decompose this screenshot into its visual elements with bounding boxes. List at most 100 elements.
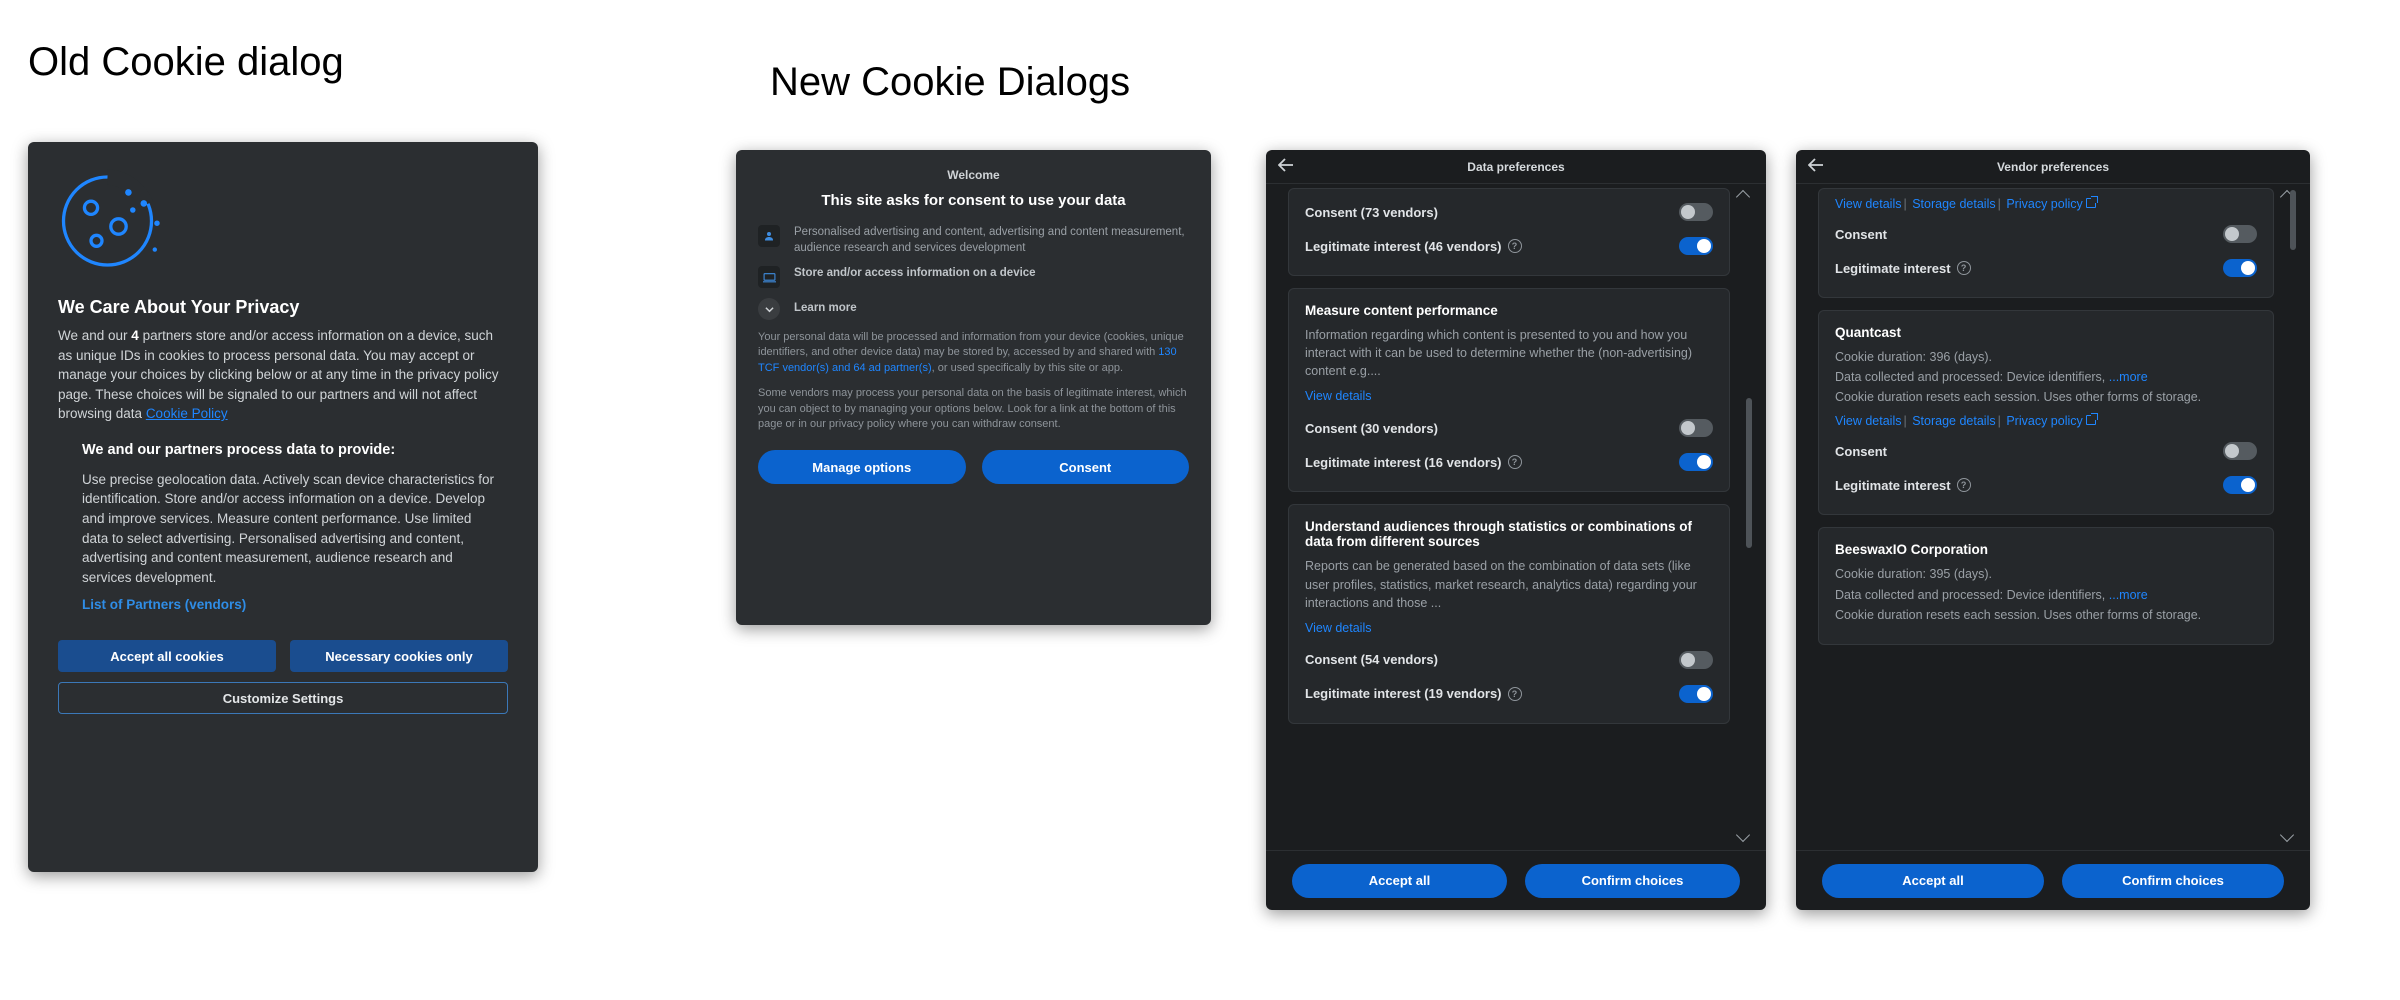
purpose-text: Personalised advertising and content, ad… [794,225,1189,256]
scrollbar-thumb[interactable] [2290,190,2296,250]
info-icon[interactable]: ? [1957,478,1971,492]
purpose-desc: Reports can be generated based on the co… [1305,557,1713,611]
necessary-only-button[interactable]: Necessary cookies only [290,640,508,672]
li-toggle-row: Legitimate interest (16 vendors)? [1305,445,1713,479]
li-toggle[interactable] [1679,237,1713,255]
person-icon [758,225,780,247]
li-label: Legitimate interest? [1835,478,1971,493]
li-toggle[interactable] [1679,685,1713,703]
data-prefs-title: Data preferences [1467,160,1564,174]
learn-more-row[interactable]: Learn more [758,298,1189,320]
li-label: Legitimate interest (46 vendors)? [1305,239,1522,254]
purpose-desc: Information regarding which content is p… [1305,326,1713,380]
external-link-icon [2086,198,2096,208]
vendor-title: Vendor preferences [1997,160,2109,174]
consent-toggle[interactable] [1679,203,1713,221]
view-details-link[interactable]: View details [1305,621,1371,635]
welcome-eyebrow: Welcome [758,168,1189,182]
cookie-policy-link[interactable]: Cookie Policy [146,406,228,421]
old-purposes-text: Use precise geolocation data. Actively s… [82,470,498,587]
li-label: Legitimate interest (19 vendors)? [1305,686,1522,701]
vendor-collected: Data collected and processed: Device ide… [1835,368,2257,386]
vendor-scroll[interactable]: View details| Storage details| Privacy p… [1806,188,2296,844]
li-toggle[interactable] [2223,259,2257,277]
vendor-preferences-dialog: Vendor preferences View details| Storage… [1796,150,2310,910]
vendor-reset-note: Cookie duration resets each session. Use… [1835,606,2257,624]
confirm-choices-button[interactable]: Confirm choices [1525,864,1740,898]
welcome-dialog: Welcome This site asks for consent to us… [736,150,1211,625]
data-prefs-scroll[interactable]: Consent (73 vendors) Legitimate interest… [1276,188,1752,844]
old-subheading: We and our partners process data to prov… [82,442,498,458]
consent-toggle-row: Consent (30 vendors) [1305,411,1713,445]
partners-list-link[interactable]: List of Partners (vendors) [82,597,246,612]
view-details-link[interactable]: View details [1835,414,1901,428]
consent-toggle-row: Consent [1835,434,2257,468]
device-icon [758,266,780,288]
view-details-link[interactable]: View details [1305,389,1371,403]
consent-label: Consent [1835,444,1887,459]
vendor-card-quantcast: Quantcast Cookie duration: 396 (days). D… [1818,310,2274,515]
vendor-card-partial: View details| Storage details| Privacy p… [1818,188,2274,298]
vendor-collected: Data collected and processed: Device ide… [1835,586,2257,604]
consent-toggle-row: Consent [1835,217,2257,251]
learn-more-label: Learn more [794,301,857,317]
consent-toggle[interactable] [1679,419,1713,437]
consent-toggle[interactable] [2223,225,2257,243]
view-details-link[interactable]: View details [1835,197,1901,211]
vendor-links-row: View details| Storage details| Privacy p… [1835,414,2257,428]
consent-button[interactable]: Consent [982,450,1190,484]
li-toggle[interactable] [1679,453,1713,471]
accept-all-button[interactable]: Accept all cookies [58,640,276,672]
confirm-choices-button[interactable]: Confirm choices [2062,864,2284,898]
welcome-para1: Your personal data will be processed and… [758,330,1189,376]
li-label: Legitimate interest (16 vendors)? [1305,455,1522,470]
li-toggle-row: Legitimate interest? [1835,468,2257,502]
li-toggle-row: Legitimate interest? [1835,251,2257,285]
more-link[interactable]: ...more [2109,588,2148,602]
vendor-links-row: View details| Storage details| Privacy p… [1835,197,2257,211]
old-body: We and our 4 partners store and/or acces… [58,326,508,424]
info-icon[interactable]: ? [1508,687,1522,701]
scrollbar-thumb[interactable] [1746,398,1752,548]
accept-all-button[interactable]: Accept all [1822,864,2044,898]
welcome-title: This site asks for consent to use your d… [758,192,1189,209]
purpose-row-advertising: Personalised advertising and content, ad… [758,225,1189,256]
vendor-duration: Cookie duration: 395 (days). [1835,565,2257,583]
info-icon[interactable]: ? [1957,261,1971,275]
storage-details-link[interactable]: Storage details [1912,197,1995,211]
purpose-row-storage: Store and/or access information on a dev… [758,266,1189,288]
li-toggle-row: Legitimate interest (46 vendors)? [1305,229,1713,263]
purpose-card-understand: Understand audiences through statistics … [1288,504,1730,723]
info-icon[interactable]: ? [1508,239,1522,253]
customize-settings-button[interactable]: Customize Settings [58,682,508,714]
consent-label: Consent [1835,227,1887,242]
vendor-name: BeeswaxIO Corporation [1835,542,2257,557]
privacy-policy-link[interactable]: Privacy policy [2006,414,2095,428]
accept-all-button[interactable]: Accept all [1292,864,1507,898]
consent-toggle-row: Consent (73 vendors) [1305,195,1713,229]
vendor-topbar: Vendor preferences [1796,150,2310,184]
vendor-duration: Cookie duration: 396 (days). [1835,348,2257,366]
li-toggle[interactable] [2223,476,2257,494]
purpose-card-measure: Measure content performance Information … [1288,288,1730,492]
welcome-para2: Some vendors may process your personal d… [758,386,1189,432]
storage-details-link[interactable]: Storage details [1912,414,1995,428]
vendor-card-beeswax: BeeswaxIO Corporation Cookie duration: 3… [1818,527,2274,644]
purpose-title: Measure content performance [1305,303,1713,318]
back-arrow-icon[interactable] [1808,158,1824,176]
back-arrow-icon[interactable] [1278,158,1294,176]
privacy-policy-link[interactable]: Privacy policy [2006,197,2095,211]
vendor-footer: Accept all Confirm choices [1796,850,2310,910]
cookie-icon [58,166,508,279]
external-link-icon [2086,415,2096,425]
purpose-text: Store and/or access information on a dev… [794,266,1036,282]
consent-toggle[interactable] [1679,651,1713,669]
consent-label: Consent (54 vendors) [1305,652,1438,667]
consent-toggle[interactable] [2223,442,2257,460]
manage-options-button[interactable]: Manage options [758,450,966,484]
li-label: Legitimate interest? [1835,261,1971,276]
vendor-name: Quantcast [1835,325,2257,340]
more-link[interactable]: ...more [2109,370,2148,384]
label-old: Old Cookie dialog [28,40,344,85]
info-icon[interactable]: ? [1508,455,1522,469]
